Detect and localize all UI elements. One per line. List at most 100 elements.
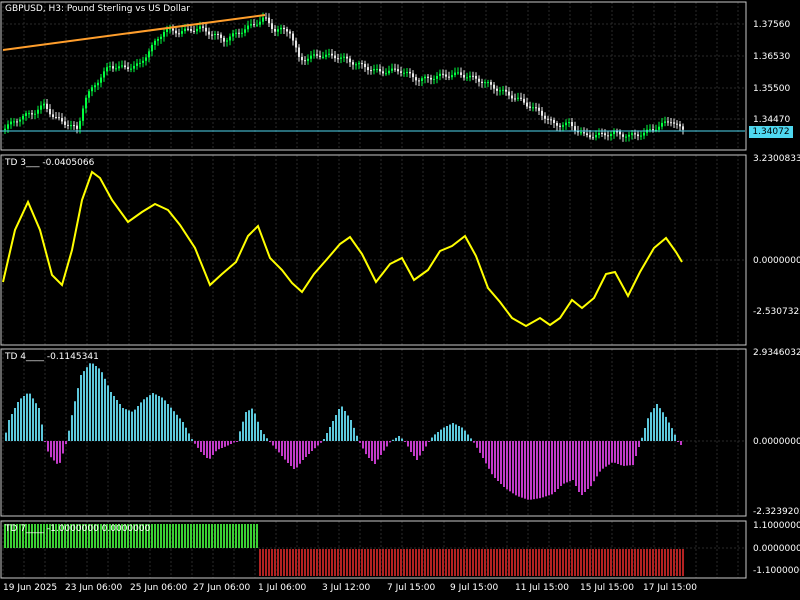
candle-body — [622, 134, 624, 137]
td4-bar — [65, 441, 67, 445]
candle-body — [376, 68, 378, 70]
td7-bar — [316, 549, 318, 576]
td7-bar — [670, 549, 672, 576]
candle-body — [22, 115, 24, 120]
td7-bar — [397, 549, 399, 576]
td4-bar — [119, 404, 121, 441]
td4-bar — [668, 422, 670, 441]
td7-bar — [598, 549, 600, 576]
td4-bar — [581, 441, 583, 495]
td7-bar — [340, 549, 342, 576]
td7-bar — [487, 549, 489, 576]
candle-body — [499, 90, 501, 92]
td4-bar — [134, 409, 136, 441]
candle-body — [46, 103, 48, 109]
td4-bar — [506, 441, 508, 490]
td7-bar — [571, 549, 573, 576]
td4-histogram[interactable] — [5, 363, 682, 500]
trendline[interactable] — [2, 14, 266, 51]
candle-body — [682, 126, 684, 130]
td7-bar — [526, 549, 528, 576]
td7-bar — [418, 549, 420, 576]
td4-bar — [560, 441, 562, 486]
td7-bar — [499, 549, 501, 576]
candle-body — [652, 129, 654, 131]
td4-bar — [533, 441, 535, 500]
td7-bar — [268, 549, 270, 576]
candle-body — [208, 31, 210, 35]
td7-bar — [301, 549, 303, 576]
td7-bar — [457, 549, 459, 576]
candle-body — [43, 103, 45, 106]
td4-bar — [56, 441, 58, 464]
td7-bar — [166, 524, 168, 548]
td7-bar — [442, 549, 444, 576]
td4-bar — [548, 441, 550, 496]
td7-bar — [547, 549, 549, 576]
td4-bar — [35, 403, 37, 441]
td4-bar — [488, 441, 490, 469]
td7-bar — [652, 549, 654, 576]
chart-canvas[interactable] — [0, 0, 800, 600]
td7-bar — [619, 549, 621, 576]
candle-body — [70, 125, 72, 127]
td4-bar — [188, 433, 190, 441]
td7-bar — [223, 524, 225, 548]
td4-bar — [158, 396, 160, 441]
td4-bar — [179, 418, 181, 441]
td4-bar — [374, 441, 376, 464]
td4-bar — [98, 368, 100, 441]
candle-body — [544, 115, 546, 119]
candle-body — [394, 68, 396, 70]
candle-body — [517, 97, 519, 99]
td7-bar — [646, 549, 648, 576]
candle-body — [85, 97, 87, 109]
td4-bar — [275, 441, 277, 449]
candle-body — [106, 67, 108, 72]
td4-bar — [467, 434, 469, 441]
candle-body — [109, 66, 111, 68]
candle-body — [13, 121, 15, 123]
td4-bar — [185, 427, 187, 441]
td4-bar — [350, 420, 352, 441]
time-axis-label: 7 Jul 15:00 — [387, 583, 436, 593]
candle-body — [277, 29, 279, 32]
td4-bar — [638, 441, 640, 447]
td7-bar — [325, 549, 327, 576]
td4-bar — [344, 411, 346, 441]
td7-bar — [556, 549, 558, 576]
td4-bar — [17, 402, 19, 441]
candle-body — [460, 72, 462, 76]
td4-bar — [305, 441, 307, 457]
time-axis-label: 23 Jun 06:00 — [65, 583, 123, 593]
td7-bar — [211, 524, 213, 548]
candle-body — [88, 91, 90, 98]
candle-body — [586, 133, 588, 136]
candle-body — [121, 65, 123, 67]
td7-bar — [244, 524, 246, 548]
price-candles[interactable] — [4, 12, 684, 142]
td4-bar — [263, 434, 265, 441]
td4-bar — [161, 397, 163, 441]
td7-bar — [682, 549, 684, 576]
td4-bar — [599, 441, 601, 472]
candle-body — [664, 121, 666, 123]
td4-axis-label: -2.3239202 — [753, 507, 800, 517]
candle-body — [412, 73, 414, 78]
candle-body — [508, 91, 510, 96]
candle-body — [547, 118, 549, 120]
td4-bar — [464, 430, 466, 441]
td4-bar — [230, 441, 232, 444]
td4-bar — [656, 404, 658, 441]
candle-body — [286, 29, 288, 32]
candle-body — [550, 119, 552, 121]
td4-bar — [491, 441, 493, 475]
td7-bar — [328, 549, 330, 576]
td4-bar — [680, 441, 682, 445]
candle-body — [520, 97, 522, 99]
td4-bar — [341, 406, 343, 441]
td4-bar — [149, 395, 151, 441]
td7-bar — [514, 549, 516, 576]
td3-line[interactable] — [2, 170, 683, 328]
td4-bar — [662, 412, 664, 441]
